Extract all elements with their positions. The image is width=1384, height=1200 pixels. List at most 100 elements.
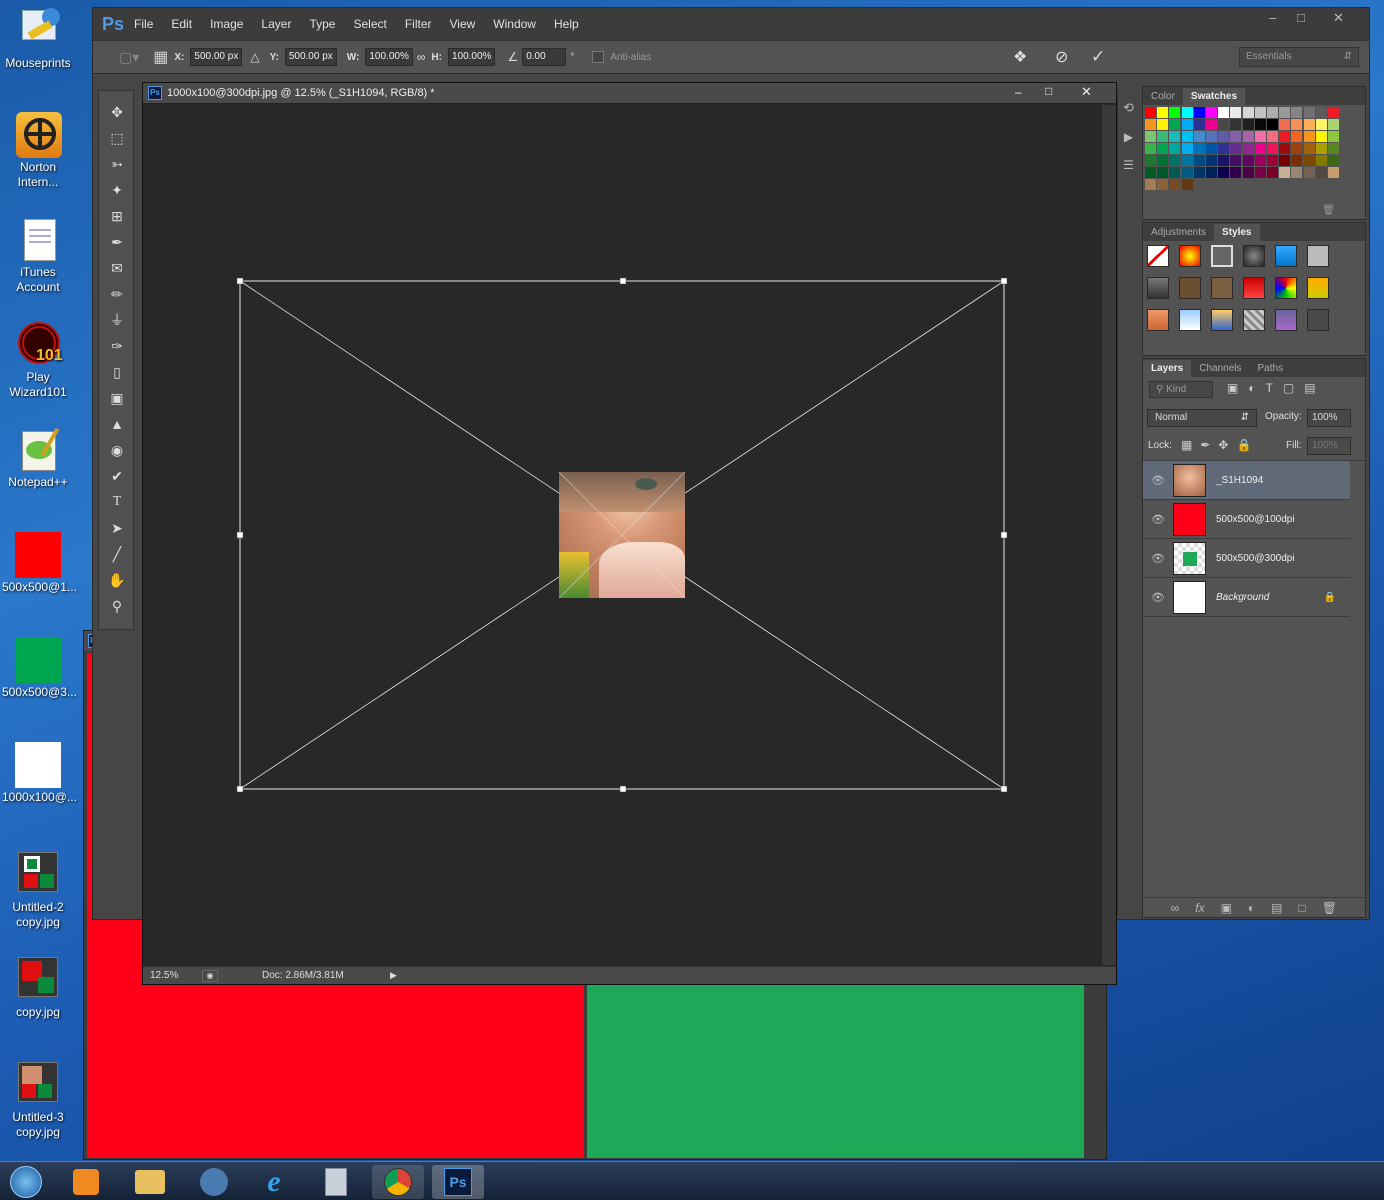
tab-layers[interactable]: Layers — [1143, 360, 1192, 377]
swatch[interactable] — [1169, 155, 1181, 166]
layer-row-s1h1094[interactable]: 👁 _S1H1094 — [1143, 461, 1350, 500]
swatch[interactable] — [1230, 155, 1242, 166]
swatch[interactable] — [1267, 167, 1278, 178]
swatch[interactable] — [1218, 167, 1230, 178]
swatch[interactable] — [1181, 155, 1193, 166]
tab-styles[interactable]: Styles — [1214, 224, 1260, 241]
move-tool-icon[interactable]: ✥ — [99, 99, 135, 125]
desktop-icon-untitled2[interactable]: Untitled-2 copy.jpg — [2, 852, 74, 930]
magic-wand-icon[interactable]: ✦ — [99, 177, 135, 203]
dodge-tool-icon[interactable]: ◉ — [99, 437, 135, 463]
swatch[interactable] — [1242, 131, 1254, 142]
swatch[interactable] — [1206, 167, 1217, 178]
swatch[interactable] — [1169, 131, 1181, 142]
zoom-tool-icon[interactable]: ⚲ — [99, 593, 135, 619]
transform-tool-icon[interactable]: ▢▾ — [119, 49, 139, 66]
swatch[interactable] — [1315, 143, 1327, 154]
layer-name[interactable]: _S1H1094 — [1216, 475, 1263, 486]
tab-adjustments[interactable]: Adjustments — [1143, 224, 1214, 241]
desktop-icon-red-image[interactable]: 500x500@1... — [2, 532, 77, 595]
swatch[interactable] — [1181, 107, 1193, 118]
desktop-icon-copy[interactable]: copy.jpg — [2, 957, 74, 1020]
swatch[interactable] — [1254, 119, 1266, 130]
opacity-field[interactable]: 100% — [1307, 409, 1351, 427]
tab-channels[interactable]: Channels — [1191, 360, 1249, 377]
swatch[interactable] — [1279, 155, 1291, 166]
swatch[interactable] — [1242, 143, 1254, 154]
menu-type[interactable]: Type — [309, 17, 335, 31]
swatch[interactable] — [1157, 155, 1169, 166]
swatch[interactable] — [1145, 131, 1156, 142]
style-preset[interactable] — [1243, 245, 1265, 267]
visibility-eye-icon[interactable]: 👁 — [1143, 591, 1173, 604]
style-preset[interactable] — [1307, 277, 1329, 299]
taskbar-calculator[interactable] — [310, 1165, 362, 1199]
taskbar-thunderbird[interactable] — [188, 1165, 240, 1199]
swatch[interactable] — [1145, 119, 1156, 130]
antialias-checkbox[interactable] — [592, 51, 605, 63]
style-preset[interactable] — [1179, 245, 1201, 267]
menu-image[interactable]: Image — [210, 17, 243, 31]
swatch[interactable] — [1291, 155, 1303, 166]
swatch[interactable] — [1242, 107, 1254, 118]
stamp-tool-icon[interactable]: ⏚ — [99, 307, 135, 333]
swatch[interactable] — [1315, 107, 1327, 118]
y-field[interactable]: 500.00 px — [284, 48, 337, 66]
swatch[interactable] — [1267, 119, 1278, 130]
swatch[interactable] — [1169, 119, 1181, 130]
swatch[interactable] — [1157, 131, 1169, 142]
swatch[interactable] — [1254, 167, 1266, 178]
swatch[interactable] — [1206, 107, 1217, 118]
reference-point-icon[interactable]: ▦ — [153, 47, 168, 67]
swatch[interactable] — [1230, 119, 1242, 130]
swatch[interactable] — [1254, 143, 1266, 154]
swatch[interactable] — [1169, 167, 1181, 178]
zoom-level[interactable]: 12.5% — [150, 970, 190, 981]
blend-mode-select[interactable]: Normal ⇵ — [1147, 409, 1257, 427]
swatch[interactable] — [1218, 143, 1230, 154]
minimize-icon[interactable]: – — [1269, 10, 1276, 25]
swatch[interactable] — [1181, 167, 1193, 178]
tab-paths[interactable]: Paths — [1250, 360, 1292, 377]
swatch[interactable] — [1218, 155, 1230, 166]
swatch[interactable] — [1267, 131, 1278, 142]
menu-window[interactable]: Window — [493, 17, 536, 31]
taskbar-photoshop[interactable]: Ps — [432, 1165, 484, 1199]
folder-icon[interactable]: ▤ — [1271, 901, 1282, 915]
swatch[interactable] — [1267, 107, 1278, 118]
swatch[interactable] — [1230, 131, 1242, 142]
style-preset[interactable] — [1147, 277, 1169, 299]
fx-icon[interactable]: fx — [1195, 901, 1204, 915]
style-preset[interactable] — [1307, 309, 1329, 331]
type-tool-icon[interactable]: T — [99, 489, 135, 515]
new-layer-icon[interactable]: □ — [1299, 901, 1306, 915]
actions-icon[interactable]: ▶ — [1118, 130, 1139, 144]
style-preset[interactable] — [1243, 309, 1265, 331]
swatch[interactable] — [1315, 155, 1327, 166]
maximize-icon[interactable]: □ — [1297, 10, 1305, 25]
visibility-eye-icon[interactable]: 👁 — [1143, 513, 1173, 526]
mask-icon[interactable]: ▣ — [1221, 901, 1232, 915]
swatch[interactable] — [1181, 131, 1193, 142]
taskbar-explorer[interactable] — [124, 1165, 176, 1199]
style-preset[interactable] — [1275, 277, 1297, 299]
desktop-icon-norton[interactable]: Norton Intern... — [2, 112, 74, 190]
style-preset[interactable] — [1147, 245, 1169, 267]
swatch[interactable] — [1169, 143, 1181, 154]
swatch[interactable] — [1303, 119, 1315, 130]
document-window[interactable]: Ps 1000x100@300dpi.jpg @ 12.5% (_S1H1094… — [142, 82, 1117, 985]
healing-brush-icon[interactable]: ✉ — [99, 255, 135, 281]
swatch[interactable] — [1181, 119, 1193, 130]
swatch[interactable] — [1206, 131, 1217, 142]
layer-row-500x500-300dpi[interactable]: 👁 500x500@300dpi — [1143, 539, 1350, 578]
menu-view[interactable]: View — [450, 17, 476, 31]
doc-minimize-icon[interactable]: – — [1015, 85, 1022, 99]
menu-select[interactable]: Select — [353, 17, 386, 31]
swatch[interactable] — [1157, 119, 1169, 130]
status-icon[interactable]: ◉ — [202, 969, 218, 982]
swatch[interactable] — [1206, 143, 1217, 154]
swatch[interactable] — [1145, 179, 1156, 190]
swatch[interactable] — [1328, 119, 1339, 130]
style-preset[interactable] — [1179, 309, 1201, 331]
layer-row-background[interactable]: 👁 Background 🔒 — [1143, 578, 1350, 617]
